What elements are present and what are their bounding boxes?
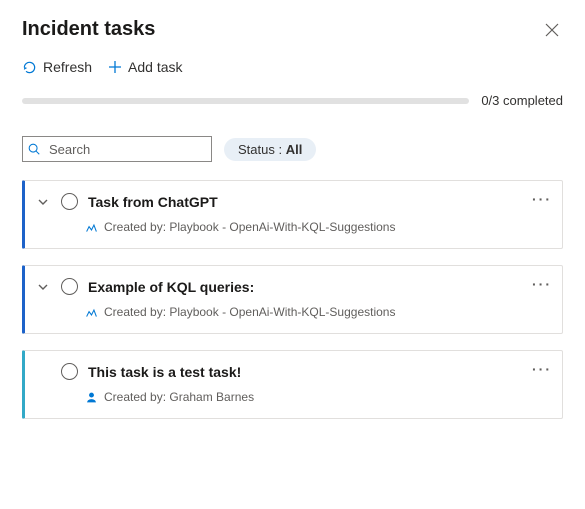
user-icon (85, 391, 98, 404)
status-filter[interactable]: Status : All (224, 138, 316, 161)
close-button[interactable] (541, 19, 563, 41)
task-title[interactable]: This task is a test task! (88, 364, 241, 380)
complete-checkbox[interactable] (61, 363, 78, 380)
playbook-icon (85, 221, 98, 234)
created-by-text: Created by: Playbook - OpenAi-With-KQL-S… (104, 305, 395, 319)
add-task-label: Add task (128, 59, 182, 75)
search-input[interactable] (22, 136, 212, 162)
complete-checkbox[interactable] (61, 193, 78, 210)
task-title[interactable]: Task from ChatGPT (88, 194, 218, 210)
search-icon (27, 142, 41, 156)
task-card: Example of KQL queries: ··· Created by: … (22, 265, 563, 334)
complete-checkbox[interactable] (61, 278, 78, 295)
task-card: Task from ChatGPT ··· Created by: Playbo… (22, 180, 563, 249)
more-button[interactable]: ··· (532, 361, 552, 377)
more-button[interactable]: ··· (532, 191, 552, 207)
created-by-text: Created by: Playbook - OpenAi-With-KQL-S… (104, 220, 395, 234)
add-task-button[interactable]: Add task (108, 59, 182, 75)
refresh-label: Refresh (43, 59, 92, 75)
status-value: All (286, 142, 303, 157)
task-card: This task is a test task! ··· Created by… (22, 350, 563, 419)
search-field[interactable] (47, 141, 207, 158)
refresh-icon (22, 60, 37, 75)
more-button[interactable]: ··· (532, 276, 552, 292)
status-label: Status : (238, 142, 286, 157)
progress-text: 0/3 completed (481, 93, 563, 108)
expand-toggle[interactable] (37, 281, 51, 293)
expand-toggle[interactable] (37, 196, 51, 208)
close-icon (545, 23, 559, 37)
created-by-text: Created by: Graham Barnes (104, 390, 254, 404)
playbook-icon (85, 306, 98, 319)
refresh-button[interactable]: Refresh (22, 59, 92, 75)
plus-icon (108, 60, 122, 74)
task-title[interactable]: Example of KQL queries: (88, 279, 254, 295)
page-title: Incident tasks (22, 18, 155, 41)
chevron-down-icon (37, 196, 49, 208)
chevron-down-icon (37, 281, 49, 293)
progress-bar (22, 98, 469, 104)
